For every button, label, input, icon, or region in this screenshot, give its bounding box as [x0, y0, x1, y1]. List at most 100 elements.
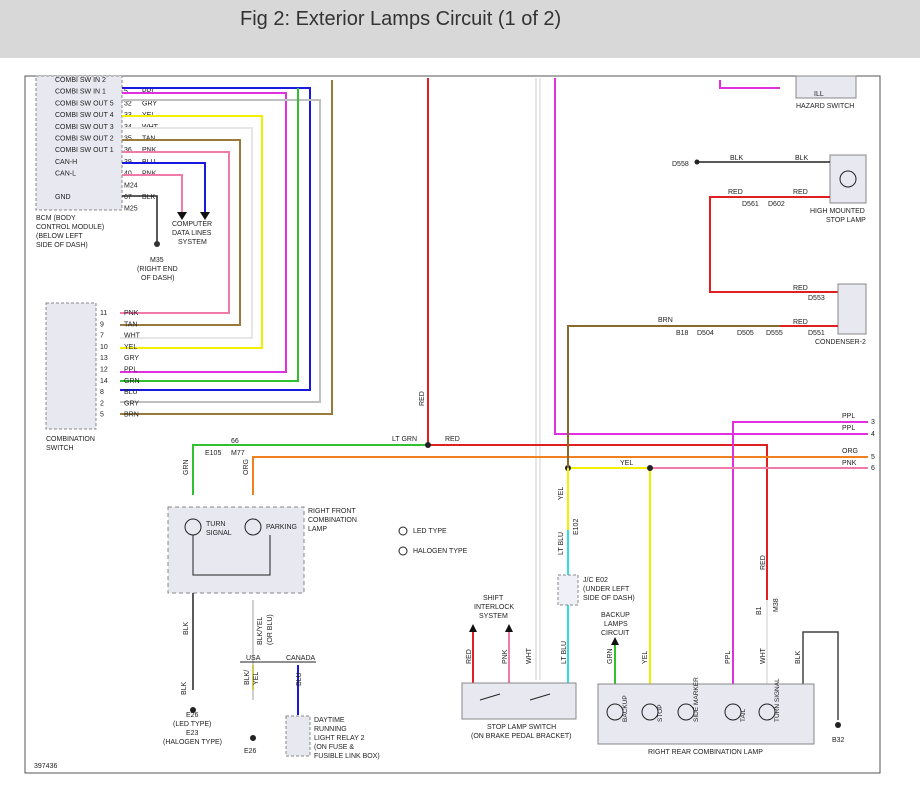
- combo-pin-number: 11: [100, 310, 107, 317]
- red-vert-label: RED: [466, 649, 473, 664]
- svg-text:STOP LAMP SWITCH: STOP LAMP SWITCH: [487, 724, 556, 731]
- ill-label: ILL: [814, 91, 824, 98]
- svg-text:HIGH MOUNTED: HIGH MOUNTED: [810, 208, 865, 215]
- ppl-vert-label: PPL: [725, 651, 732, 664]
- bcm-pin-number: 36: [124, 147, 132, 154]
- svg-text:RIGHT FRONT: RIGHT FRONT: [308, 508, 356, 515]
- bcm-box: [35, 75, 123, 211]
- blu-label: BLU: [296, 672, 303, 686]
- combo-pin-number: 10: [100, 344, 108, 351]
- condenser-label: CONDENSER-2: [815, 339, 866, 346]
- red-label-h: RED: [445, 436, 460, 443]
- diagram-id: 397436: [34, 763, 57, 770]
- svg-text:OF DASH): OF DASH): [141, 275, 174, 282]
- svg-text:DATA LINES: DATA LINES: [172, 230, 212, 237]
- yel-label: YEL: [620, 460, 633, 467]
- combo-pin-wire: YEL: [124, 344, 137, 351]
- svg-text:DAYTIME: DAYTIME: [314, 717, 345, 724]
- combo-pin-wire: GRY: [124, 355, 139, 362]
- svg-text:FUSIBLE LINK BOX): FUSIBLE LINK BOX): [314, 753, 380, 760]
- rr-lamp-box: [597, 683, 815, 745]
- svg-text:(ON FUSE &: (ON FUSE &: [314, 744, 354, 751]
- svg-text:STOP LAMP: STOP LAMP: [826, 217, 866, 224]
- svg-text:INTERLOCK: INTERLOCK: [474, 604, 514, 611]
- ppl-label-3: PPL: [842, 413, 855, 420]
- svg-text:SIGNAL: SIGNAL: [206, 530, 232, 537]
- orblu-label: (OR BLU): [267, 614, 274, 645]
- svg-text:J/C E02: J/C E02: [583, 577, 608, 584]
- svg-text:E23: E23: [186, 730, 199, 737]
- m38-label: M38: [773, 598, 780, 612]
- svg-text:LAMP: LAMP: [308, 526, 327, 533]
- svg-text:(BELOW LEFT: (BELOW LEFT: [36, 233, 83, 240]
- svg-text:4: 4: [871, 431, 875, 438]
- bcm-label: BCM (BODY CONTROL MODULE) (BELOW LEFT SI…: [36, 215, 104, 249]
- usa-label: USA: [246, 655, 261, 662]
- wht-vert-label-2: WHT: [760, 647, 767, 664]
- halogen-type-label: HALOGEN TYPE: [413, 548, 468, 555]
- stop-lamp-switch-box: [461, 682, 577, 720]
- bcm-pin-name: COMBI SW OUT 4: [55, 112, 114, 119]
- svg-text:TURN: TURN: [206, 521, 225, 528]
- red-vert-label-2: RED: [760, 555, 767, 570]
- b18-label: B18: [676, 330, 689, 337]
- combo-pin-wire: PNK: [124, 310, 139, 317]
- svg-text:CONTROL MODULE): CONTROL MODULE): [36, 224, 104, 231]
- svg-text:M35: M35: [150, 257, 164, 264]
- blk-vert-label-2: BLK: [181, 681, 188, 695]
- bcm-pin-name: COMBI SW OUT 2: [55, 136, 114, 143]
- bcm-pin-number: M25: [124, 206, 138, 213]
- pnk-label: PNK: [842, 460, 857, 467]
- blk-yel-label-1: BLK/: [244, 670, 251, 685]
- svg-text:RUNNING: RUNNING: [314, 726, 347, 733]
- blk-yel-label-2: YEL: [253, 672, 260, 685]
- grn-label: GRN: [183, 459, 190, 475]
- d505-label: D505: [737, 330, 754, 337]
- b32-label: B32: [832, 737, 845, 744]
- right-connector-pins: 3 4 5 6: [871, 419, 875, 472]
- svg-text:CIRCUIT: CIRCUIT: [601, 630, 630, 637]
- blk-label-1: BLK: [730, 155, 744, 162]
- bcm-pin-number: 67: [124, 194, 132, 201]
- combo-pin-wire: BRN: [124, 412, 139, 419]
- hmsl-label: HIGH MOUNTED STOP LAMP: [810, 208, 866, 224]
- combo-pin-number: 2: [100, 400, 104, 407]
- d555-label: D555: [766, 330, 783, 337]
- yel-vert-label: YEL: [558, 487, 565, 500]
- parking-label: PARKING: [266, 524, 297, 531]
- e26b-label: E26: [244, 748, 257, 755]
- svg-text:LAMPS: LAMPS: [604, 621, 628, 628]
- svg-text:(HALOGEN TYPE): (HALOGEN TYPE): [163, 739, 222, 746]
- wiring-diagram: COMBI SW IN 2 COMBI SW IN 1 5 PPL COMBI SW O…: [24, 75, 881, 774]
- combo-pin-wire: GRN: [124, 378, 140, 385]
- rr-lamp-item-label: STOP: [657, 704, 664, 722]
- svg-text:SWITCH: SWITCH: [46, 445, 74, 452]
- d551-label: D551: [808, 330, 825, 337]
- svg-text:(RIGHT END: (RIGHT END: [137, 266, 178, 273]
- svg-text:COMBINATION: COMBINATION: [308, 517, 357, 524]
- diagram-frame: [24, 75, 881, 774]
- svg-text:SYSTEM: SYSTEM: [178, 239, 207, 246]
- red-label-3: RED: [793, 285, 808, 292]
- combination-switch-box: [45, 302, 97, 430]
- ltblu-vert-label: LT BLU: [558, 532, 565, 555]
- svg-text:3: 3: [871, 419, 875, 426]
- e26-e23-label: E26 (LED TYPE) E23 (HALOGEN TYPE): [163, 712, 222, 746]
- bcm-pin-name: COMBI SW OUT 3: [55, 124, 114, 131]
- bcm-pin-number: M24: [124, 182, 138, 189]
- jc-label: J/C E02 (UNDER LEFT SIDE OF DASH): [583, 577, 635, 602]
- bcm-pin-number: 32: [124, 100, 132, 107]
- svg-text:E26: E26: [186, 712, 199, 719]
- b1-label: B1: [756, 606, 763, 615]
- m77-label: M77: [231, 450, 245, 457]
- red-label-1: RED: [728, 189, 743, 196]
- d561-label: D561: [742, 201, 759, 208]
- rr-lamp-item-label: TAIL: [740, 708, 747, 722]
- grn-vert-label: GRN: [607, 648, 614, 664]
- bcm-pin-name: CAN-H: [55, 159, 77, 166]
- stop-lamp-switch-label: STOP LAMP SWITCH (ON BRAKE PEDAL BRACKET…: [471, 724, 572, 740]
- combo-pin-wire: WHT: [124, 333, 141, 340]
- d558-label: D558: [672, 161, 689, 168]
- bcm-pin-name: COMBI SW OUT 5: [55, 100, 114, 107]
- bcm-pin-name: CAN-L: [55, 171, 76, 178]
